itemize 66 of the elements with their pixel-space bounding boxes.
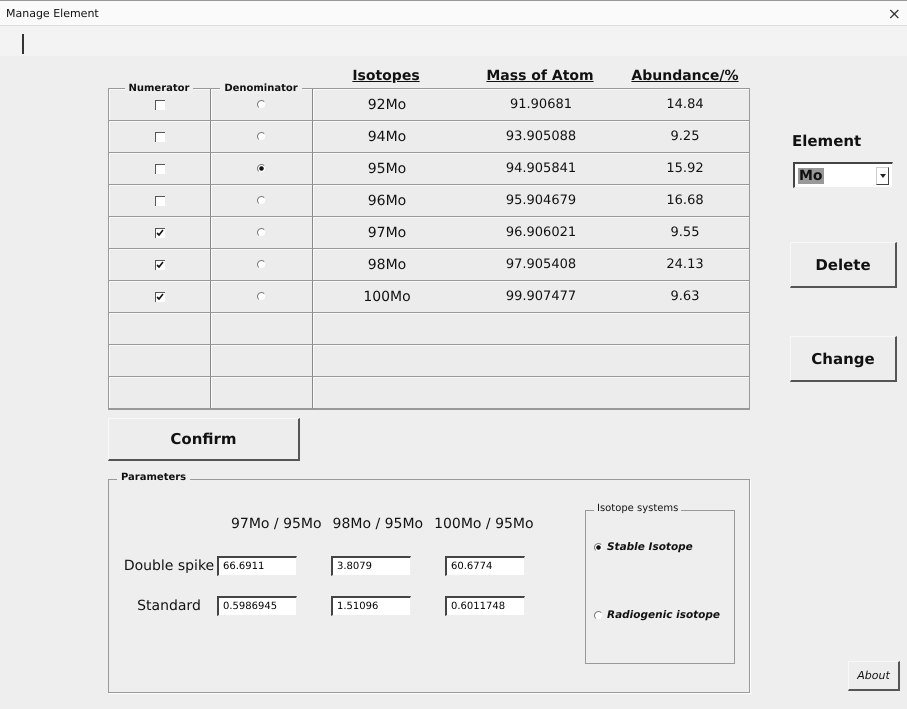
table-cell-text: 91.90681 [508,97,574,112]
column-header: Abundance/% [631,68,739,84]
column-header: Numerator [124,83,194,94]
table-cell-text: 96Mo [366,192,408,208]
input-field[interactable]: 1.51096 [331,596,411,616]
element-label: Element [792,132,862,150]
input-field[interactable]: 0.6011748 [445,596,525,616]
table-cell-text: 95Mo [366,160,408,176]
ratio-label: 98Mo / 95Mo [332,516,424,534]
table-cell-text: 97.905408 [504,257,578,272]
checkbox[interactable] [154,260,164,270]
table-cell-text: 95.904679 [504,193,578,208]
column-header: Isotopes [352,68,420,84]
input-field[interactable]: 3.8079 [331,556,411,576]
table-cell-text: 93.905088 [504,129,578,144]
input-field[interactable]: 66.6911 [217,556,297,576]
change-button[interactable]: Change [790,336,897,382]
caret-icon [880,174,886,178]
table-cell-text: 97Mo [366,224,408,240]
input-field[interactable]: 60.6774 [445,556,525,576]
table-cell-text: 15.92 [665,161,705,176]
radio-button[interactable] [257,196,266,205]
radio-button[interactable] [257,164,266,173]
option-label[interactable]: Radiogenic isotope [607,609,720,621]
table-cell-text: 9.55 [670,225,700,240]
table-cell-text: 16.68 [665,193,705,208]
confirm-button[interactable]: Confirm [108,418,300,461]
table-cell-text: 94Mo [366,128,408,144]
table-cell-text: 14.84 [665,97,705,112]
ratio-label: 97Mo / 95Mo [231,516,322,534]
table-cell-text: 98Mo [366,256,408,272]
radio-button[interactable] [257,260,266,269]
table-cell-text: 99.907477 [504,289,578,304]
table-cell-text: 92Mo [366,96,408,112]
radio-button[interactable] [594,610,603,620]
column-header: Denominator [220,83,302,94]
table-cell-text: 94.905841 [504,161,578,176]
window-title: Manage Element [6,6,99,20]
checkbox[interactable] [154,132,164,142]
group-title: Isotope systems [594,503,682,514]
close-button[interactable]: × [886,4,903,22]
table-cell-text: 9.63 [670,289,700,304]
column-header: Mass of Atom [486,68,594,84]
table-cell-text: 100Mo [362,288,412,304]
checkbox[interactable] [154,196,164,206]
radio-button[interactable] [257,132,266,141]
row-label: Double spike [122,558,216,574]
checkbox[interactable] [154,164,164,174]
ratio-label: 100Mo / 95Mo [434,516,534,534]
table-cell-text: 96.906021 [504,225,578,240]
checkbox[interactable] [154,292,164,302]
table-cell-text: 9.25 [670,129,700,144]
delete-button[interactable]: Delete [790,242,897,288]
checkbox[interactable] [154,100,164,110]
input-field[interactable]: 0.5986945 [217,596,297,616]
row-label: Standard [136,598,202,614]
group-title: Parameters [117,472,190,483]
radio-button[interactable] [257,228,266,237]
radio-button[interactable] [594,542,603,552]
about-button[interactable]: About [848,661,900,691]
table-cell-text: 24.13 [665,257,705,272]
element-dropdown[interactable]: Mo [793,162,893,188]
radio-button[interactable] [257,100,266,109]
checkbox[interactable] [154,228,164,238]
radio-button[interactable] [257,292,266,301]
option-label[interactable]: Stable Isotope [607,541,693,553]
